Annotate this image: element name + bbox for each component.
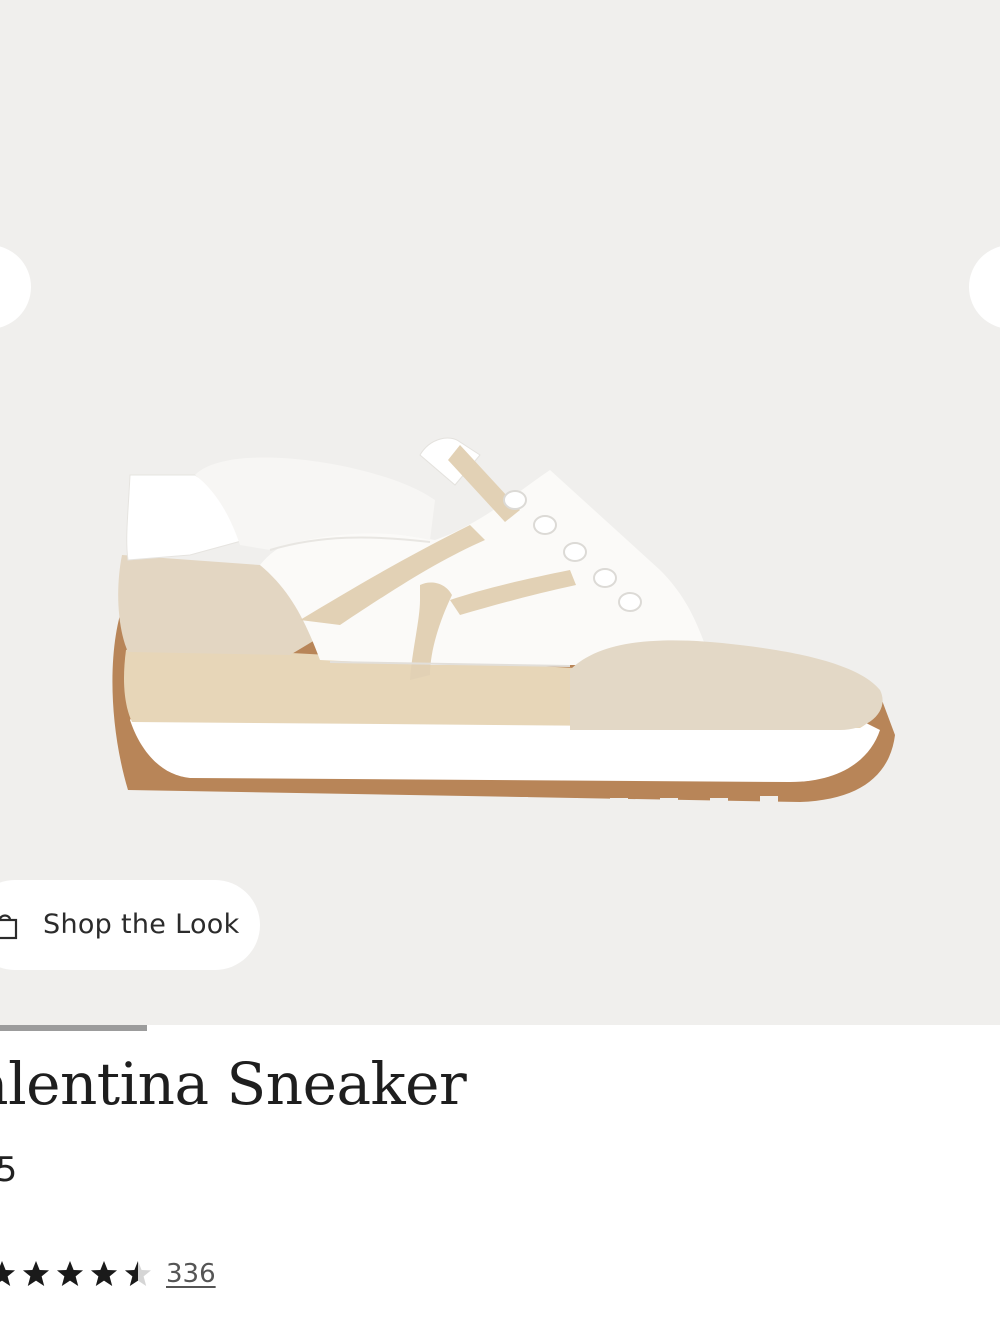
gallery-progress-bar [0, 1025, 1000, 1031]
product-image [112, 437, 895, 808]
product-rating[interactable]: 336 [0, 1254, 216, 1294]
shopping-bag-icon [0, 914, 18, 940]
shop-the-look-button[interactable]: Shop the Look [0, 880, 260, 970]
star-icon [125, 1261, 151, 1286]
gallery-next-button[interactable] [969, 245, 1000, 329]
product-title: alentina Sneaker [0, 1050, 467, 1118]
gallery-progress-fill [0, 1025, 147, 1031]
star-icon [0, 1261, 15, 1286]
star-icon [57, 1261, 83, 1286]
star-icon [23, 1261, 49, 1286]
star-icon [91, 1261, 117, 1286]
shop-the-look-label: Shop the Look [43, 909, 240, 940]
product-price: 95 [0, 1150, 18, 1190]
rating-stars [0, 1260, 158, 1288]
gallery-prev-button[interactable] [0, 245, 31, 329]
review-count-link[interactable]: 336 [166, 1259, 216, 1289]
product-image-gallery[interactable]: Shop the Look [0, 0, 1000, 1025]
